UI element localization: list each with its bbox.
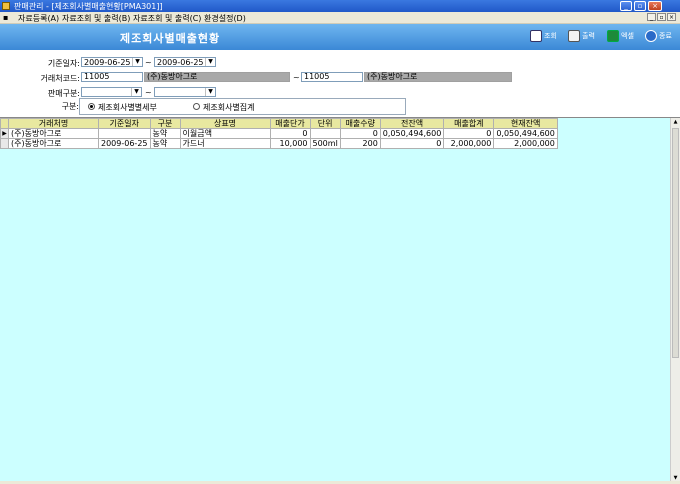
window-title: 판매관리 - [제조회사별매출현황[PMA301]] — [14, 2, 163, 11]
column-header[interactable]: 매출합계 — [443, 118, 495, 129]
sales-type-label: 판매구분: — [47, 89, 80, 98]
page-header: 제조회사별매출현황 조회 출력 엑셀 종료 — [0, 24, 680, 50]
window-titlebar: 판매관리 - [제조회사별매출현황[PMA301]] _ ▫ × — [0, 0, 680, 12]
customer-to-name-field: (주)동방아그로 — [364, 72, 512, 82]
chevron-down-icon: ▼ — [131, 88, 141, 96]
radio-detail-label[interactable]: 제조회사별별세부 — [98, 102, 157, 113]
division-label: 구분: — [61, 102, 79, 111]
data-table: 거래처명 기준일자 구분 상표명 매출단가 단위 매출수량 전잔액 매출합계 현… — [0, 118, 558, 149]
date-range-separator: ~ — [145, 58, 152, 67]
power-icon — [645, 30, 657, 42]
radio-total[interactable] — [193, 103, 200, 110]
restore-button[interactable]: ▫ — [634, 1, 646, 11]
column-header[interactable]: 거래처명 — [8, 118, 99, 129]
table-cell[interactable]: 농약 — [149, 128, 181, 139]
chevron-down-icon: ▼ — [132, 58, 142, 66]
table-cell[interactable]: (주)동방아그로 — [8, 138, 99, 149]
search-button[interactable]: 조회 — [530, 30, 557, 44]
table-cell[interactable]: 500ml — [309, 138, 341, 149]
table-cell[interactable]: 0 — [443, 128, 495, 139]
table-cell[interactable]: (주)동방아그로 — [8, 128, 99, 139]
chevron-down-icon: ▼ — [205, 88, 215, 96]
page-title: 제조회사별매출현황 — [120, 32, 221, 45]
chevron-down-icon: ▼ — [205, 58, 215, 66]
table-cell[interactable]: 이월금액 — [179, 128, 271, 139]
table-cell[interactable]: 0 — [339, 128, 381, 139]
date-label: 기준일자: — [47, 59, 80, 68]
customer-to-code-input[interactable]: 11005 — [301, 72, 363, 82]
column-header[interactable]: 단위 — [309, 118, 341, 129]
table-cell[interactable]: 0,050,494,600 — [493, 128, 558, 139]
mdi-close-button[interactable]: × — [667, 13, 676, 21]
division-radio-group: 제조회사별별세부 제조회사별집계 — [79, 98, 406, 115]
sales-type-from-select[interactable]: ▼ — [81, 87, 142, 97]
scroll-up-icon[interactable]: ▲ — [672, 118, 679, 126]
column-header[interactable]: 상표명 — [179, 118, 271, 129]
table-cell[interactable]: 0 — [269, 128, 311, 139]
column-header[interactable]: 기준일자 — [98, 118, 151, 129]
column-header[interactable]: 현재잔액 — [493, 118, 558, 129]
table-cell[interactable]: 0 — [379, 138, 445, 149]
menu-item-register[interactable]: 자료등록(A) — [18, 13, 59, 24]
current-row-indicator-icon: ▶ — [0, 128, 9, 139]
row-indicator-header — [0, 118, 9, 129]
menu-item-query-b[interactable]: 자료조회 및 출력(B) — [62, 13, 130, 24]
menu-bar: ▪ 자료등록(A) 자료조회 및 출력(B) 자료조회 및 출력(C) 환경설정… — [0, 12, 680, 24]
vertical-scrollbar[interactable]: ▲ ▼ — [670, 118, 680, 482]
table-cell[interactable]: 10,000 — [269, 138, 311, 149]
table-header-row: 거래처명 기준일자 구분 상표명 매출단가 단위 매출수량 전잔액 매출합계 현… — [0, 118, 558, 129]
menu-icon: ▪ — [3, 13, 9, 22]
printer-icon — [568, 30, 580, 42]
table-row[interactable]: (주)동방아그로 2009-06-25 농약 가드너 10,000 500ml … — [0, 138, 558, 149]
radio-detail[interactable] — [88, 103, 95, 110]
mdi-minimize-button[interactable]: _ — [647, 13, 656, 21]
table-cell[interactable] — [309, 128, 341, 139]
customer-from-name-field: (주)동방아그로 — [144, 72, 290, 82]
table-cell[interactable]: 2,000,000 — [493, 138, 558, 149]
table-cell[interactable]: 2009-06-25 — [98, 138, 151, 149]
column-header[interactable]: 전잔액 — [379, 118, 445, 129]
column-header[interactable]: 구분 — [149, 118, 181, 129]
date-to-select[interactable]: 2009-06-25 ▼ — [154, 57, 216, 67]
radio-total-label[interactable]: 제조회사별집계 — [203, 102, 255, 113]
print-button[interactable]: 출력 — [568, 30, 595, 44]
search-icon — [530, 30, 542, 42]
sales-type-range-separator: ~ — [145, 88, 152, 97]
table-cell[interactable] — [98, 128, 151, 139]
table-cell[interactable]: 농약 — [149, 138, 181, 149]
close-button[interactable]: × — [648, 1, 662, 11]
table-cell[interactable]: 200 — [339, 138, 381, 149]
exit-button[interactable]: 종료 — [645, 30, 672, 44]
data-grid[interactable]: 거래처명 기준일자 구분 상표명 매출단가 단위 매출수량 전잔액 매출합계 현… — [0, 117, 680, 482]
table-cell[interactable]: 0,050,494,600 — [379, 128, 445, 139]
scrollbar-thumb[interactable] — [672, 128, 679, 358]
table-cell[interactable]: 가드너 — [179, 138, 271, 149]
menu-item-settings[interactable]: 환경설정(D) — [204, 13, 246, 24]
customer-range-separator: ~ — [293, 73, 300, 82]
mdi-restore-button[interactable]: ▫ — [657, 13, 666, 21]
table-cell[interactable]: 2,000,000 — [443, 138, 495, 149]
column-header[interactable]: 매출수량 — [339, 118, 381, 129]
minimize-button[interactable]: _ — [620, 1, 632, 11]
column-header[interactable]: 매출단가 — [269, 118, 311, 129]
date-from-select[interactable]: 2009-06-25 ▼ — [81, 57, 143, 67]
customer-from-code-input[interactable]: 11005 — [81, 72, 143, 82]
app-icon — [2, 2, 10, 10]
table-row[interactable]: ▶ (주)동방아그로 농약 이월금액 0 0 0,050,494,600 0 0… — [0, 128, 558, 139]
excel-icon — [607, 30, 619, 42]
row-indicator — [0, 138, 9, 149]
customer-code-label: 거래처코드: — [40, 74, 81, 83]
menu-item-query-c[interactable]: 자료조회 및 출력(C) — [133, 13, 201, 24]
sales-type-to-select[interactable]: ▼ — [154, 87, 216, 97]
excel-button[interactable]: 엑셀 — [607, 30, 634, 44]
